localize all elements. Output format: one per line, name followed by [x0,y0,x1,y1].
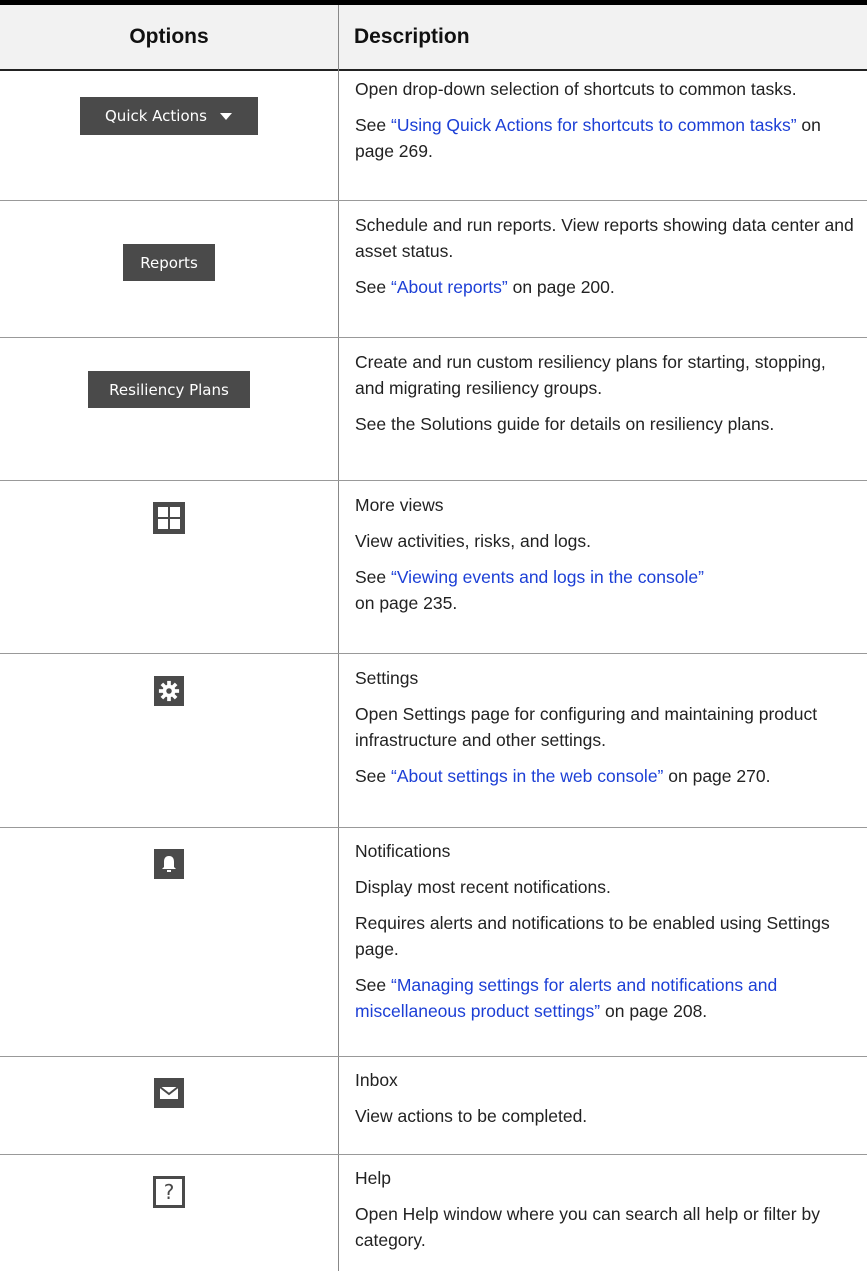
row-quick-actions-option: Quick Actions [0,97,338,135]
header-options: Options [129,25,209,48]
paragraph: Requires alerts and notifications to be … [355,913,830,959]
quick-actions-label: Quick Actions [105,107,207,125]
question-mark-icon[interactable]: ? [153,1176,185,1208]
resiliency-plans-label: Resiliency Plans [109,380,229,399]
text-prefix: See [355,567,391,587]
paragraph: See “Viewing events and logs in the cons… [355,564,855,616]
paragraph: Notifications [355,841,451,861]
row-divider [0,1154,867,1155]
column-divider [338,5,339,1271]
row-divider [0,200,867,201]
row-resiliency-plans-description: Create and run custom resiliency plans f… [355,349,855,437]
text-suffix: on page 208. [600,1001,708,1021]
text-prefix: See [355,766,391,786]
table-header: Options Description [0,5,867,71]
row-settings-description: Settings Open Settings page for configur… [355,665,855,789]
paragraph: See the Solutions guide for details on r… [355,414,775,434]
header-description: Description [354,25,470,48]
paragraph: Settings [355,668,419,688]
link-managing-settings[interactable]: “Managing settings for alerts and notifi… [355,975,777,1021]
paragraph: See “About reports” on page 200. [355,274,855,300]
paragraph: See “Managing settings for alerts and no… [355,972,855,1024]
text-suffix: on page 270. [663,766,771,786]
row-divider [0,827,867,828]
row-quick-actions-description: Open drop-down selection of shortcuts to… [355,76,855,164]
text-prefix: See [355,277,391,297]
paragraph: Help [355,1168,391,1188]
row-inbox-description: Inbox View actions to be completed. [355,1067,855,1129]
row-inbox-option [0,1078,338,1108]
envelope-icon[interactable] [154,1078,184,1108]
paragraph: See “About settings in the web console” … [355,763,855,789]
question-glyph-icon: ? [156,1179,182,1205]
resiliency-plans-button[interactable]: Resiliency Plans [88,371,250,408]
gear-icon[interactable] [154,676,184,706]
row-more-views-option [0,502,338,534]
row-help-description: Help Open Help window where you can sear… [355,1165,855,1253]
link-viewing-events-and-logs[interactable]: “Viewing events and logs in the console” [391,567,704,587]
cog-glyph-icon [158,680,180,702]
row-divider [0,1056,867,1057]
paragraph: Open Settings page for configuring and m… [355,704,818,750]
envelope-glyph-icon [159,1086,179,1099]
row-settings-option [0,676,338,706]
link-about-settings[interactable]: “About settings in the web console” [391,766,663,786]
row-resiliency-plans-option: Resiliency Plans [0,371,338,408]
row-more-views-description: More views View activities, risks, and l… [355,492,855,616]
row-notifications-description: Notifications Display most recent notifi… [355,838,855,1024]
paragraph: View actions to be completed. [355,1106,588,1126]
row-divider [0,480,867,481]
paragraph: Create and run custom resiliency plans f… [355,352,826,398]
row-notifications-option [0,849,338,879]
caret-down-icon [219,113,232,120]
link-using-quick-actions[interactable]: “Using Quick Actions for shortcuts to co… [391,115,797,135]
row-divider [0,337,867,338]
row-help-option: ? [0,1176,338,1208]
reports-button[interactable]: Reports [123,244,215,281]
bell-icon[interactable] [154,849,184,879]
paragraph: Open Help window where you can search al… [355,1204,820,1250]
text-prefix: See [355,975,391,995]
paragraph: Open drop-down selection of shortcuts to… [355,79,797,99]
text-suffix: on page 200. [507,277,615,297]
row-reports-description: Schedule and run reports. View reports s… [355,212,855,300]
paragraph: More views [355,495,444,515]
quick-actions-button[interactable]: Quick Actions [80,97,258,135]
paragraph: Schedule and run reports. View reports s… [355,215,854,261]
more-views-icon[interactable] [153,502,185,534]
row-divider [0,653,867,654]
row-reports-option: Reports [0,244,338,281]
grid-icon [158,507,180,529]
paragraph: View activities, risks, and logs. [355,531,592,551]
paragraph: See “Using Quick Actions for shortcuts t… [355,112,855,164]
paragraph: Inbox [355,1070,398,1090]
link-about-reports[interactable]: “About reports” [391,277,508,297]
paragraph: Display most recent notifications. [355,877,611,897]
bell-glyph-icon [162,856,176,872]
reports-label: Reports [140,253,198,272]
options-description-table: Options Description Quick Actions Open d… [0,0,867,1271]
text-prefix: See [355,115,391,135]
text-suffix: on page 235. [355,593,458,613]
